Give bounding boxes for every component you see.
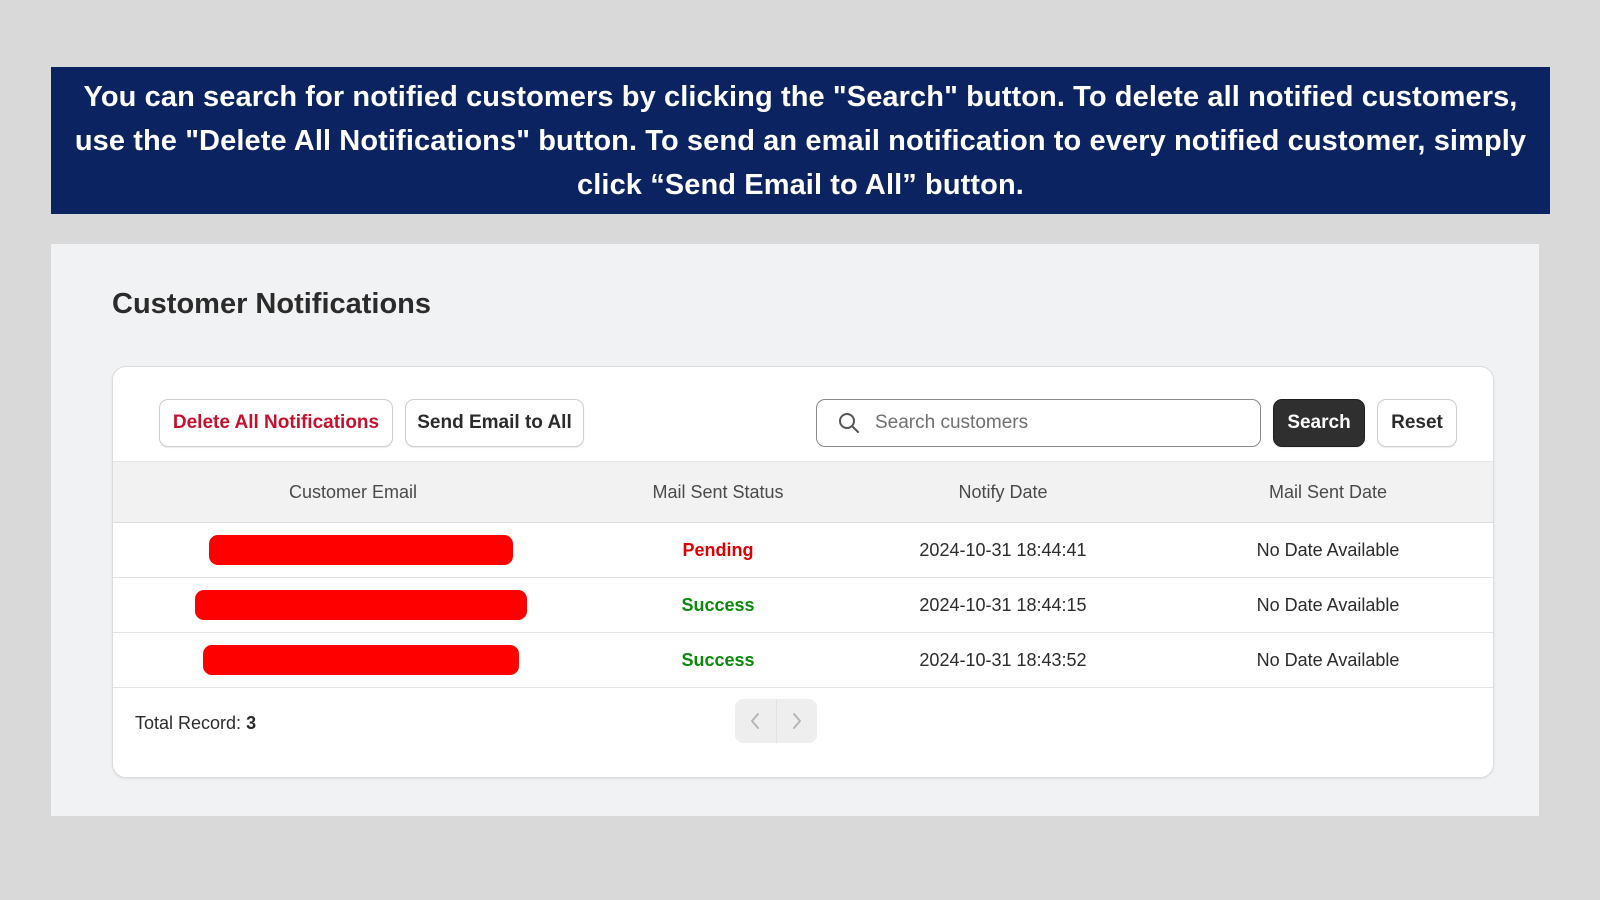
search-box[interactable]: [816, 399, 1261, 447]
redacted-email: [208, 535, 513, 565]
instruction-text: You can search for notified customers by…: [74, 80, 1527, 201]
page-title: Customer Notifications: [112, 288, 432, 320]
mail-sent-date-cell: No Date Available: [1163, 522, 1493, 578]
notify-date-cell: 2024-10-31 18:44:15: [843, 577, 1163, 633]
column-header-notify-date[interactable]: Notify Date: [843, 461, 1163, 523]
previous-page-button[interactable]: [735, 699, 776, 743]
total-record-label: Total Record:: [135, 713, 242, 733]
search-icon: [839, 413, 859, 433]
notifications-table: Customer Email Mail Sent Status Notify D…: [113, 461, 1493, 688]
mail-sent-date-cell: No Date Available: [1163, 632, 1493, 688]
status-badge: Success: [681, 649, 755, 670]
table-header-row: Customer Email Mail Sent Status Notify D…: [113, 461, 1493, 523]
pagination: [735, 699, 817, 743]
notify-date-cell: 2024-10-31 18:44:41: [843, 522, 1163, 578]
redacted-email: [194, 590, 527, 620]
mail-status-cell: Success: [593, 632, 843, 688]
customer-email-cell: [113, 632, 593, 688]
customer-email-cell: [113, 522, 593, 578]
total-record-count: 3: [246, 713, 257, 733]
search-input[interactable]: [873, 411, 1237, 435]
table-row[interactable]: Success 2024-10-31 18:43:52 No Date Avai…: [113, 632, 1493, 688]
column-header-customer-email[interactable]: Customer Email: [113, 461, 593, 523]
table-row[interactable]: Pending 2024-10-31 18:44:41 No Date Avai…: [113, 522, 1493, 578]
redacted-email: [202, 645, 519, 675]
send-email-to-all-button[interactable]: Send Email to All: [405, 399, 584, 447]
search-button[interactable]: Search: [1273, 399, 1365, 447]
total-record: Total Record: 3: [135, 713, 256, 734]
column-header-mail-sent-date[interactable]: Mail Sent Date: [1163, 461, 1493, 523]
column-header-mail-sent-status[interactable]: Mail Sent Status: [593, 461, 843, 523]
reset-button[interactable]: Reset: [1377, 399, 1457, 447]
status-badge: Success: [681, 594, 755, 615]
notifications-panel: Customer Notifications Delete All Notifi…: [51, 244, 1539, 816]
delete-all-notifications-button[interactable]: Delete All Notifications: [159, 399, 393, 447]
table-row[interactable]: Success 2024-10-31 18:44:15 No Date Avai…: [113, 577, 1493, 633]
customer-email-cell: [113, 577, 593, 633]
mail-sent-date-cell: No Date Available: [1163, 577, 1493, 633]
mail-status-cell: Success: [593, 577, 843, 633]
mail-status-cell: Pending: [593, 522, 843, 578]
next-page-button[interactable]: [775, 699, 818, 743]
status-badge: Pending: [682, 539, 754, 560]
notify-date-cell: 2024-10-31 18:43:52: [843, 632, 1163, 688]
instruction-banner: You can search for notified customers by…: [51, 67, 1550, 214]
notifications-card: Delete All Notifications Send Email to A…: [112, 366, 1494, 778]
chevron-left-icon: [751, 713, 760, 729]
chevron-right-icon: [792, 713, 801, 729]
